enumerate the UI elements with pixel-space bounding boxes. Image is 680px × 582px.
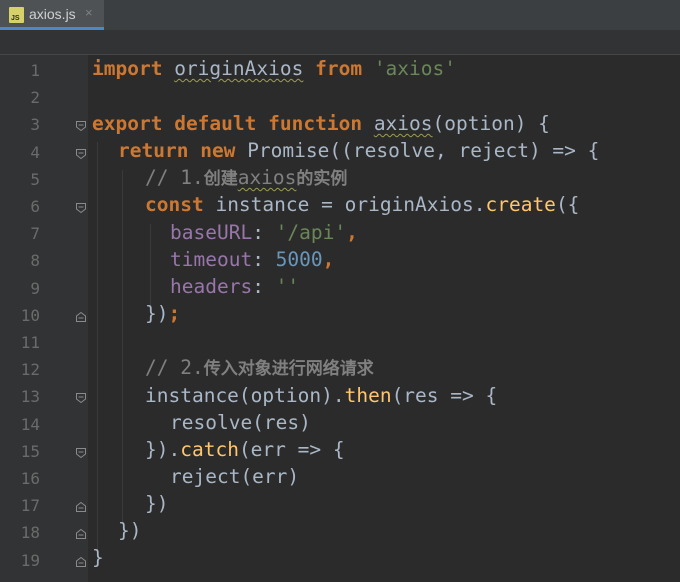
- line-number: 10: [20, 305, 40, 325]
- code-line-17: }): [145, 492, 169, 515]
- code-line-10: });: [145, 302, 181, 325]
- fold-collapse-icon[interactable]: [75, 202, 87, 214]
- line-number: 2: [30, 88, 40, 108]
- line-number: 4: [30, 142, 40, 162]
- fold-end-icon[interactable]: [75, 556, 87, 568]
- javascript-file-icon: JS: [9, 7, 24, 23]
- fold-collapse-icon[interactable]: [75, 392, 87, 404]
- indent-guide: [150, 224, 151, 312]
- code-line-16: reject(err): [170, 465, 300, 488]
- code-line-9: headers: '': [170, 275, 300, 298]
- line-number: 7: [30, 224, 40, 244]
- line-number: 3: [30, 115, 40, 135]
- fold-end-icon[interactable]: [75, 311, 87, 323]
- code-line-5: // 1.创建axios的实例: [145, 166, 348, 190]
- code-line-18: }): [118, 519, 142, 542]
- fold-end-icon[interactable]: [75, 501, 87, 513]
- fold-collapse-icon[interactable]: [75, 447, 87, 459]
- file-tab-axios-js[interactable]: JS axios.js ×: [0, 0, 104, 30]
- line-number: 6: [30, 197, 40, 216]
- line-number: 17: [20, 496, 40, 516]
- close-icon[interactable]: ×: [85, 5, 93, 20]
- code-line-3: export default function axios(option) {: [92, 112, 550, 135]
- line-number: 12: [20, 360, 40, 380]
- code-line-12: // 2.传入对象进行网络请求: [145, 356, 374, 380]
- fold-end-icon[interactable]: [75, 528, 87, 540]
- code-line-15: }).catch(err => {: [145, 438, 345, 461]
- code-line-1: import originAxios from 'axios': [92, 57, 456, 80]
- line-number: 19: [20, 550, 40, 570]
- line-number: 8: [30, 251, 40, 271]
- code-line-7: baseURL: '/api',: [170, 221, 358, 244]
- code-line-6: const instance = originAxios.create({: [145, 193, 580, 216]
- indent-guide: [122, 170, 123, 524]
- line-number: 1: [30, 61, 40, 80]
- code-line-19: }: [92, 546, 104, 569]
- line-number: 14: [20, 414, 40, 434]
- line-number: 11: [20, 333, 40, 352]
- tab-title: axios.js: [29, 6, 76, 22]
- editor-breadcrumb-strip: [0, 30, 680, 55]
- code-line-8: timeout: 5000,: [170, 248, 335, 271]
- line-number: 13: [20, 387, 40, 407]
- line-number: 9: [30, 278, 40, 298]
- line-number: 15: [20, 441, 40, 461]
- line-number: 5: [30, 169, 40, 189]
- line-number: 16: [20, 469, 40, 488]
- code-line-14: resolve(res): [170, 411, 311, 434]
- code-line-4: return new Promise((resolve, reject) => …: [118, 139, 600, 162]
- fold-collapse-icon[interactable]: [75, 148, 87, 160]
- code-line-13: instance(option).then(res => {: [145, 384, 498, 407]
- line-number: 18: [20, 523, 40, 543]
- editor-tab-bar: JS axios.js ×: [0, 0, 680, 30]
- indent-guide: [97, 142, 98, 550]
- fold-collapse-icon[interactable]: [75, 120, 87, 132]
